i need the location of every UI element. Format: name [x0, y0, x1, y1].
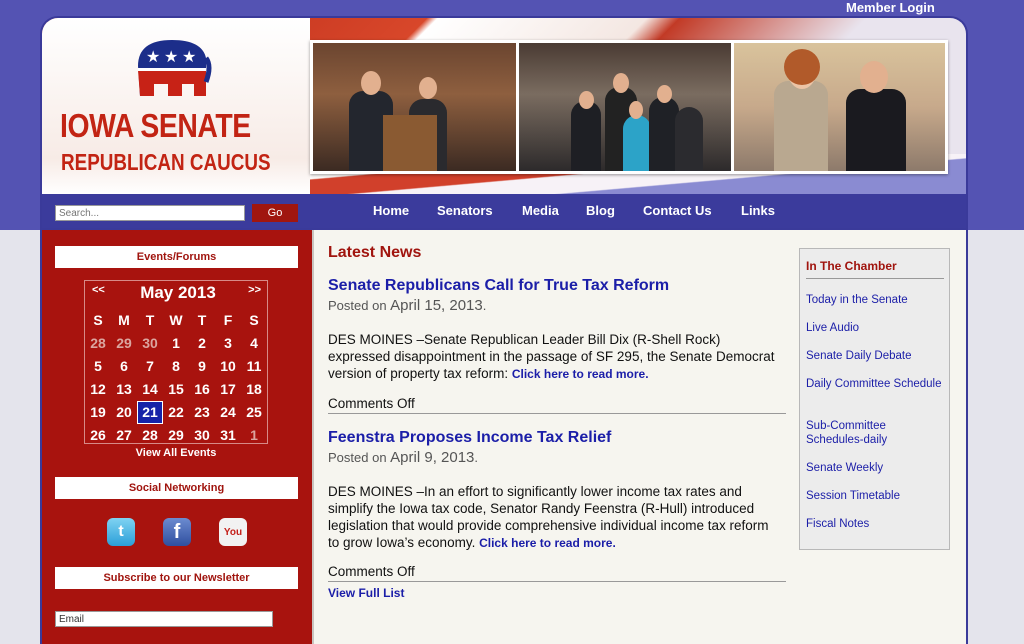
chamber-link-daily-debate[interactable]: Senate Daily Debate — [806, 349, 942, 363]
logo-title: IOWA SENATE — [60, 107, 251, 144]
latest-news-heading: Latest News — [328, 244, 422, 261]
calendar-weekday: S — [93, 312, 103, 328]
read-more-link-2[interactable]: Click here to read more. — [479, 536, 616, 550]
member-login-link[interactable]: Member Login — [846, 0, 935, 15]
post-comments-1: Comments Off — [328, 396, 415, 411]
calendar-day[interactable]: 7 — [137, 355, 163, 378]
events-calendar: << May 2013 >> S M T W T F S 28 29 30 1 2 3 4 5 6 7 8 9 10 1… — [84, 280, 268, 444]
nav-media[interactable]: Media — [522, 203, 559, 218]
nav-blog[interactable]: Blog — [586, 203, 615, 218]
newsletter-heading: Subscribe to our Newsletter — [55, 567, 298, 589]
calendar-prev-button[interactable]: << — [92, 284, 105, 296]
calendar-day[interactable]: 17 — [215, 378, 241, 401]
calendar-day[interactable]: 23 — [189, 401, 215, 424]
calendar-day[interactable]: 27 — [111, 424, 137, 447]
photo-senators-pair — [734, 43, 945, 171]
post-title-2[interactable]: Feenstra Proposes Income Tax Relief — [328, 429, 611, 447]
calendar-day[interactable]: 28 — [85, 332, 111, 355]
calendar-weekday: M — [118, 312, 130, 328]
calendar-day[interactable]: 15 — [163, 378, 189, 401]
calendar-day[interactable]: 1 — [163, 332, 189, 355]
calendar-weekday: W — [169, 312, 183, 328]
calendar-grid: S M T W T F S 28 29 30 1 2 3 4 5 6 7 8 9 10 11 12 13 14 15 16 17 18… — [85, 309, 267, 447]
calendar-day[interactable]: 6 — [111, 355, 137, 378]
photo-senate-floor — [518, 43, 732, 171]
calendar-day[interactable]: 30 — [137, 332, 163, 355]
gop-elephant-logo[interactable]: ★ ★ ★ — [132, 36, 214, 102]
chamber-link-subcommittee[interactable]: Sub-Committee Schedules-daily — [806, 419, 942, 447]
calendar-day[interactable]: 19 — [85, 401, 111, 424]
calendar-day[interactable]: 9 — [189, 355, 215, 378]
calendar-day[interactable]: 24 — [215, 401, 241, 424]
chamber-heading: In The Chamber — [806, 259, 897, 273]
calendar-day[interactable]: 8 — [163, 355, 189, 378]
logo-subtitle: REPUBLICAN CAUCUS — [61, 149, 271, 175]
nav-home[interactable]: Home — [373, 203, 409, 218]
divider — [328, 581, 786, 582]
calendar-day[interactable]: 29 — [163, 424, 189, 447]
calendar-day[interactable]: 20 — [111, 401, 137, 424]
read-more-link-1[interactable]: Click here to read more. — [512, 367, 649, 381]
calendar-day[interactable]: 28 — [137, 424, 163, 447]
header-photo-strip — [310, 40, 948, 174]
post-meta-2: Posted on April 9, 2013. — [328, 449, 479, 466]
chamber-link-weekly[interactable]: Senate Weekly — [806, 461, 942, 475]
svg-text:★: ★ — [146, 47, 160, 66]
svg-text:★: ★ — [164, 47, 178, 66]
calendar-day[interactable]: 29 — [111, 332, 137, 355]
chamber-link-live-audio[interactable]: Live Audio — [806, 321, 942, 335]
calendar-month: May 2013 — [140, 283, 216, 302]
facebook-icon[interactable]: f — [163, 518, 191, 546]
divider — [328, 413, 786, 414]
nav-contact-us[interactable]: Contact Us — [643, 203, 712, 218]
youtube-icon[interactable]: You — [219, 518, 247, 546]
search-go-button[interactable]: Go — [252, 204, 298, 222]
search-input[interactable] — [55, 205, 245, 221]
calendar-next-button[interactable]: >> — [248, 284, 261, 296]
social-heading: Social Networking — [55, 477, 298, 499]
calendar-day[interactable]: 30 — [189, 424, 215, 447]
post-comments-2: Comments Off — [328, 564, 415, 579]
calendar-day[interactable]: 3 — [215, 332, 241, 355]
post-title-1[interactable]: Senate Republicans Call for True Tax Ref… — [328, 277, 669, 295]
chamber-link-today[interactable]: Today in the Senate — [806, 293, 942, 307]
photo-podium — [313, 43, 516, 171]
calendar-day[interactable]: 13 — [111, 378, 137, 401]
calendar-day[interactable]: 18 — [241, 378, 267, 401]
events-heading: Events/Forums — [55, 246, 298, 268]
calendar-day[interactable]: 25 — [241, 401, 267, 424]
twitter-icon[interactable]: t — [107, 518, 135, 546]
divider — [806, 278, 944, 279]
calendar-day-today[interactable]: 21 — [137, 401, 163, 424]
calendar-day[interactable]: 11 — [241, 355, 267, 378]
svg-text:★: ★ — [182, 47, 196, 66]
nav-senators[interactable]: Senators — [437, 203, 493, 218]
post-meta-1: Posted on April 15, 2013. — [328, 297, 487, 314]
chamber-link-fiscal-notes[interactable]: Fiscal Notes — [806, 517, 942, 531]
post-excerpt-2: DES MOINES –In an effort to significantl… — [328, 484, 769, 550]
calendar-day[interactable]: 10 — [215, 355, 241, 378]
calendar-day[interactable]: 12 — [85, 378, 111, 401]
calendar-day[interactable]: 26 — [85, 424, 111, 447]
calendar-day[interactable]: 22 — [163, 401, 189, 424]
calendar-weekday: F — [223, 312, 233, 328]
calendar-day[interactable]: 1 — [241, 424, 267, 447]
calendar-weekday: T — [197, 312, 207, 328]
calendar-weekday: T — [145, 312, 155, 328]
calendar-day[interactable]: 5 — [85, 355, 111, 378]
calendar-day[interactable]: 2 — [189, 332, 215, 355]
nav-links[interactable]: Links — [741, 203, 775, 218]
chamber-link-committee-schedule[interactable]: Daily Committee Schedule — [806, 377, 942, 391]
post-excerpt-1: DES MOINES –Senate Republican Leader Bil… — [328, 332, 775, 381]
calendar-day[interactable]: 4 — [241, 332, 267, 355]
calendar-weekday: S — [249, 312, 259, 328]
calendar-day[interactable]: 31 — [215, 424, 241, 447]
view-full-list-link[interactable]: View Full List — [328, 586, 404, 600]
calendar-day[interactable]: 14 — [137, 378, 163, 401]
newsletter-email-input[interactable] — [55, 611, 273, 627]
view-all-events-link[interactable]: View All Events — [84, 447, 268, 459]
chamber-link-timetable[interactable]: Session Timetable — [806, 489, 942, 503]
calendar-day[interactable]: 16 — [189, 378, 215, 401]
